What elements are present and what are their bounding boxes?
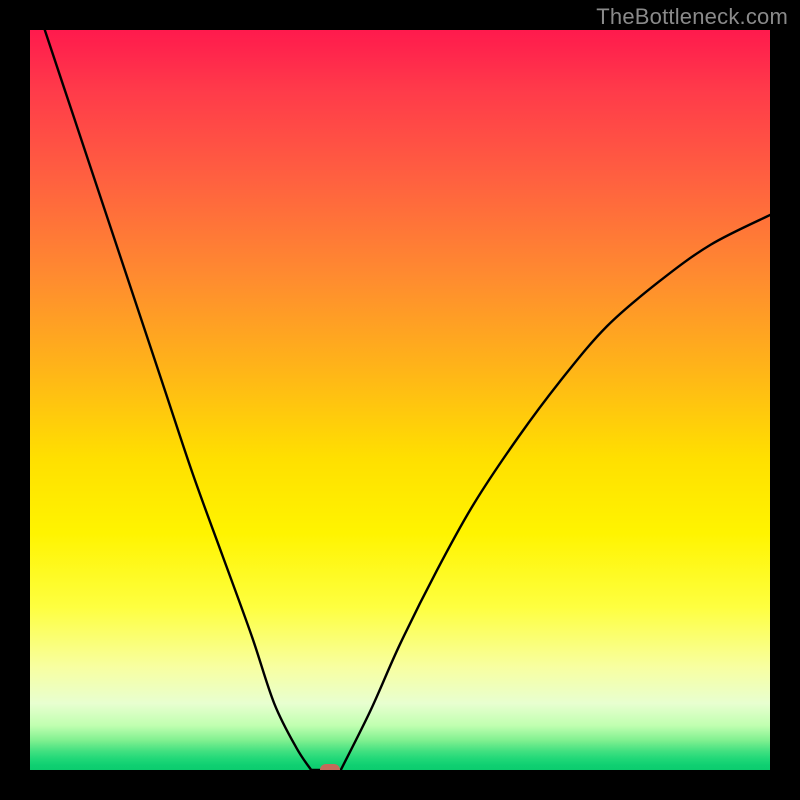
outer-frame: TheBottleneck.com xyxy=(0,0,800,800)
bottleneck-curve xyxy=(30,30,770,770)
watermark-text: TheBottleneck.com xyxy=(596,4,788,30)
minimum-marker xyxy=(320,764,340,770)
curve-right-branch xyxy=(341,215,770,770)
curve-left-branch xyxy=(45,30,311,770)
plot-area xyxy=(30,30,770,770)
